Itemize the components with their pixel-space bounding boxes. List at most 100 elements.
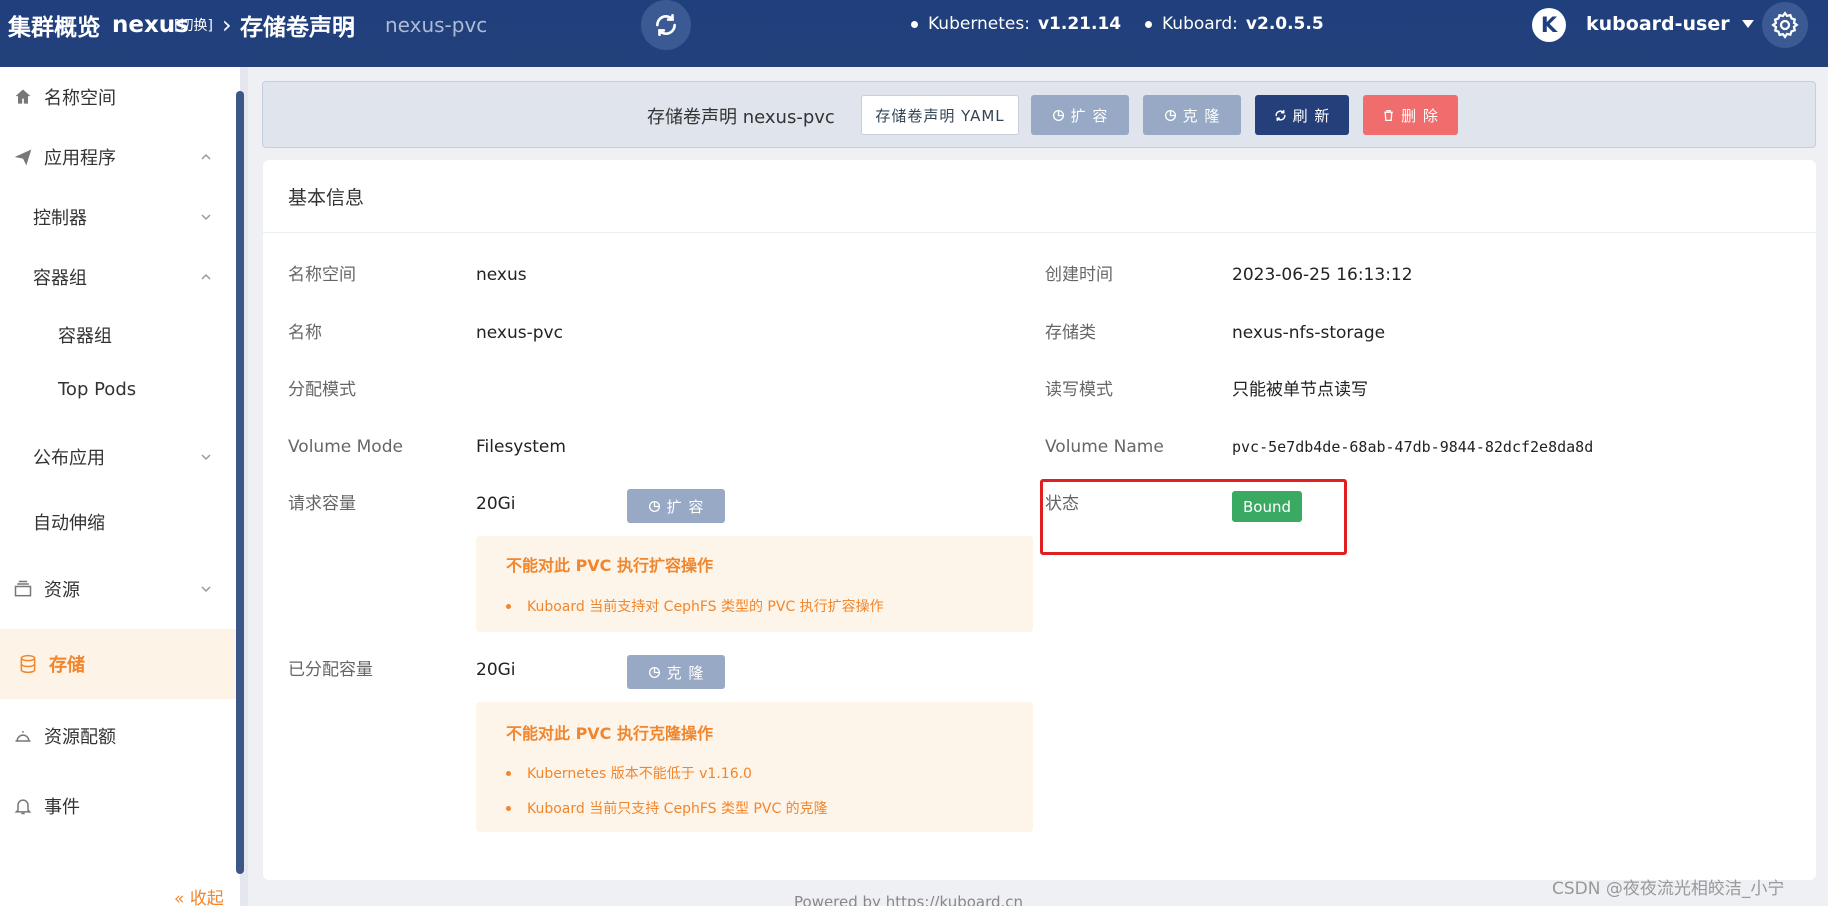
database-icon xyxy=(17,653,39,675)
refresh-button[interactable]: 刷 新 xyxy=(1255,95,1349,135)
delete-button-label: 删 除 xyxy=(1401,106,1439,125)
collapse-label: 收起 xyxy=(189,889,224,906)
collapse-sidebar-button[interactable]: « 收起 xyxy=(174,884,224,906)
sidebar-item-publish-app[interactable]: 公布应用 xyxy=(0,427,236,487)
delete-button[interactable]: 删 除 xyxy=(1363,95,1458,135)
toolbar-title: 存储卷声明 nexus-pvc xyxy=(647,106,835,128)
sidebar-item-label: 应用程序 xyxy=(44,148,116,169)
sidebar-item-label: 自动伸缩 xyxy=(33,513,105,534)
expand-button-label: 扩 容 xyxy=(1070,106,1109,125)
allocation-mode-label: 分配模式 xyxy=(288,380,356,400)
caret-down-icon xyxy=(1741,20,1754,28)
allocated-capacity-label: 已分配容量 xyxy=(288,660,373,680)
chevron-down-icon xyxy=(201,214,211,221)
chevron-down-icon xyxy=(201,586,211,593)
storage-class-value: nexus-nfs-storage xyxy=(1232,323,1386,343)
pie-chart-icon xyxy=(648,666,660,678)
request-capacity-label: 请求容量 xyxy=(288,494,356,514)
sidebar-item-applications[interactable]: 应用程序 xyxy=(0,127,236,187)
kuboard-label: Kuboard: xyxy=(1162,14,1238,34)
expand-inline-button[interactable]: 扩 容 xyxy=(627,489,725,523)
breadcrumb-separator: › xyxy=(222,11,232,39)
sidebar-item-events[interactable]: 事件 xyxy=(0,776,236,836)
sidebar-item-pod-group[interactable]: 容器组 xyxy=(0,247,236,307)
refresh-icon xyxy=(1275,109,1286,121)
clone-warning-item: Kuboard 当前只支持 CephFS 类型 PVC 的克隆 xyxy=(506,798,828,818)
volume-mode-label: Volume Mode xyxy=(288,437,403,457)
created-time-value: 2023-06-25 16:13:12 xyxy=(1232,265,1413,285)
breadcrumb-separator: › xyxy=(92,11,102,39)
sidebar-item-pods[interactable]: 容器组 xyxy=(0,307,236,362)
sidebar-item-autoscaling[interactable]: 自动伸缩 xyxy=(0,492,236,552)
yaml-button[interactable]: 存储卷声明 YAML xyxy=(861,95,1019,135)
breadcrumb-pvc-list[interactable]: 存储卷声明 xyxy=(240,0,355,50)
sidebar-item-top-pods[interactable]: Top Pods xyxy=(0,362,236,417)
layers-icon xyxy=(12,578,34,600)
breadcrumb-current: nexus-pvc xyxy=(385,13,488,37)
avatar[interactable]: K xyxy=(1532,8,1566,42)
powered-by-footer[interactable]: Powered by https://kuboard.cn xyxy=(794,893,1023,906)
settings-button[interactable] xyxy=(1762,2,1808,48)
status-highlight-box xyxy=(1040,479,1347,555)
status-dot xyxy=(911,20,918,28)
username: kuboard-user xyxy=(1586,13,1730,35)
chevron-up-icon xyxy=(201,153,211,160)
volume-name-label: Volume Name xyxy=(1045,437,1164,457)
sidebar-scrollbar[interactable] xyxy=(236,91,244,874)
sidebar-item-label: 事件 xyxy=(44,797,80,818)
trash-icon xyxy=(1384,109,1393,121)
namespace-switch-link[interactable]: [切换] xyxy=(174,0,213,50)
refresh-button-label: 刷 新 xyxy=(1292,106,1331,125)
sidebar-item-label: 公布应用 xyxy=(33,448,105,469)
top-header: 集群概览 › nexus [切换] › 存储卷声明 › nexus-pvc Ku… xyxy=(0,0,1828,67)
name-label: 名称 xyxy=(288,323,322,343)
sidebar-item-resource-quota[interactable]: 资源配额 xyxy=(0,706,236,766)
expand-warning-title: 不能对此 PVC 执行扩容操作 xyxy=(506,556,713,575)
sidebar-item-namespace[interactable]: 名称空间 xyxy=(0,67,236,127)
access-mode-label: 读写模式 xyxy=(1045,380,1113,400)
storage-class-label: 存储类 xyxy=(1045,323,1096,343)
csdn-watermark: CSDN @夜夜流光相皎洁_小宁 xyxy=(1552,879,1785,899)
sidebar-item-resources[interactable]: 资源 xyxy=(0,559,236,619)
header-refresh-button[interactable] xyxy=(641,0,691,50)
user-menu[interactable]: kuboard-user xyxy=(1586,0,1754,48)
sidebar-item-label: 名称空间 xyxy=(44,88,116,109)
kuboard-version-value: v2.0.5.5 xyxy=(1245,14,1324,34)
gear-icon xyxy=(1771,11,1799,39)
home-icon xyxy=(12,86,34,108)
clone-warning-title: 不能对此 PVC 执行克隆操作 xyxy=(506,724,713,743)
namespace-label: 名称空间 xyxy=(288,265,356,285)
sidebar-item-storage[interactable]: 存储 xyxy=(0,629,236,699)
yaml-button-label: 存储卷声明 YAML xyxy=(875,106,1005,125)
request-capacity-value: 20Gi xyxy=(476,494,516,514)
bullet-icon xyxy=(506,603,511,609)
send-icon xyxy=(12,146,34,168)
namespace-value: nexus xyxy=(476,265,527,285)
clone-warning: 不能对此 PVC 执行克隆操作 Kubernetes 版本不能低于 v1.16.… xyxy=(476,702,1033,832)
kubernetes-version-value: v1.21.14 xyxy=(1037,14,1122,34)
sidebar-item-label: Top Pods xyxy=(58,379,137,400)
bullet-icon xyxy=(506,770,511,776)
pie-chart-icon xyxy=(648,500,660,512)
sidebar-item-controllers[interactable]: 控制器 xyxy=(0,187,236,247)
pie-chart-icon xyxy=(1052,109,1064,121)
kuboard-version: Kuboard: v2.0.5.5 xyxy=(1145,0,1324,48)
chevron-up-icon xyxy=(201,273,211,280)
card-header: 基本信息 xyxy=(263,160,1816,233)
clone-warning-text: Kuboard 当前只支持 CephFS 类型 PVC 的克隆 xyxy=(527,801,828,817)
breadcrumb-cluster-overview[interactable]: 集群概览 xyxy=(8,0,100,50)
expand-button[interactable]: 扩 容 xyxy=(1031,95,1129,135)
chevron-down-icon xyxy=(201,454,211,461)
toolbar: 存储卷声明 nexus-pvc 存储卷声明 YAML 扩 容 克 隆 刷 新 删… xyxy=(262,81,1816,148)
refresh-icon xyxy=(656,13,676,37)
sidebar: 名称空间 应用程序 控制器 容器组 容器组 Top Pods 公布应用 自动伸缩… xyxy=(0,67,240,906)
sidebar-item-label: 存储 xyxy=(49,655,85,676)
clone-button-label: 克 隆 xyxy=(1182,106,1221,125)
clone-inline-button[interactable]: 克 隆 xyxy=(627,655,725,689)
access-mode-value: 只能被单节点读写 xyxy=(1232,380,1368,400)
expand-warning: 不能对此 PVC 执行扩容操作 Kuboard 当前支持对 CephFS 类型的… xyxy=(476,536,1033,632)
kubernetes-version: Kubernetes: v1.21.14 xyxy=(911,0,1121,48)
clone-button[interactable]: 克 隆 xyxy=(1143,95,1241,135)
volume-name-value: pvc-5e7db4de-68ab-47db-9844-82dcf2e8da8d xyxy=(1232,438,1594,456)
card-title: 基本信息 xyxy=(288,187,365,209)
